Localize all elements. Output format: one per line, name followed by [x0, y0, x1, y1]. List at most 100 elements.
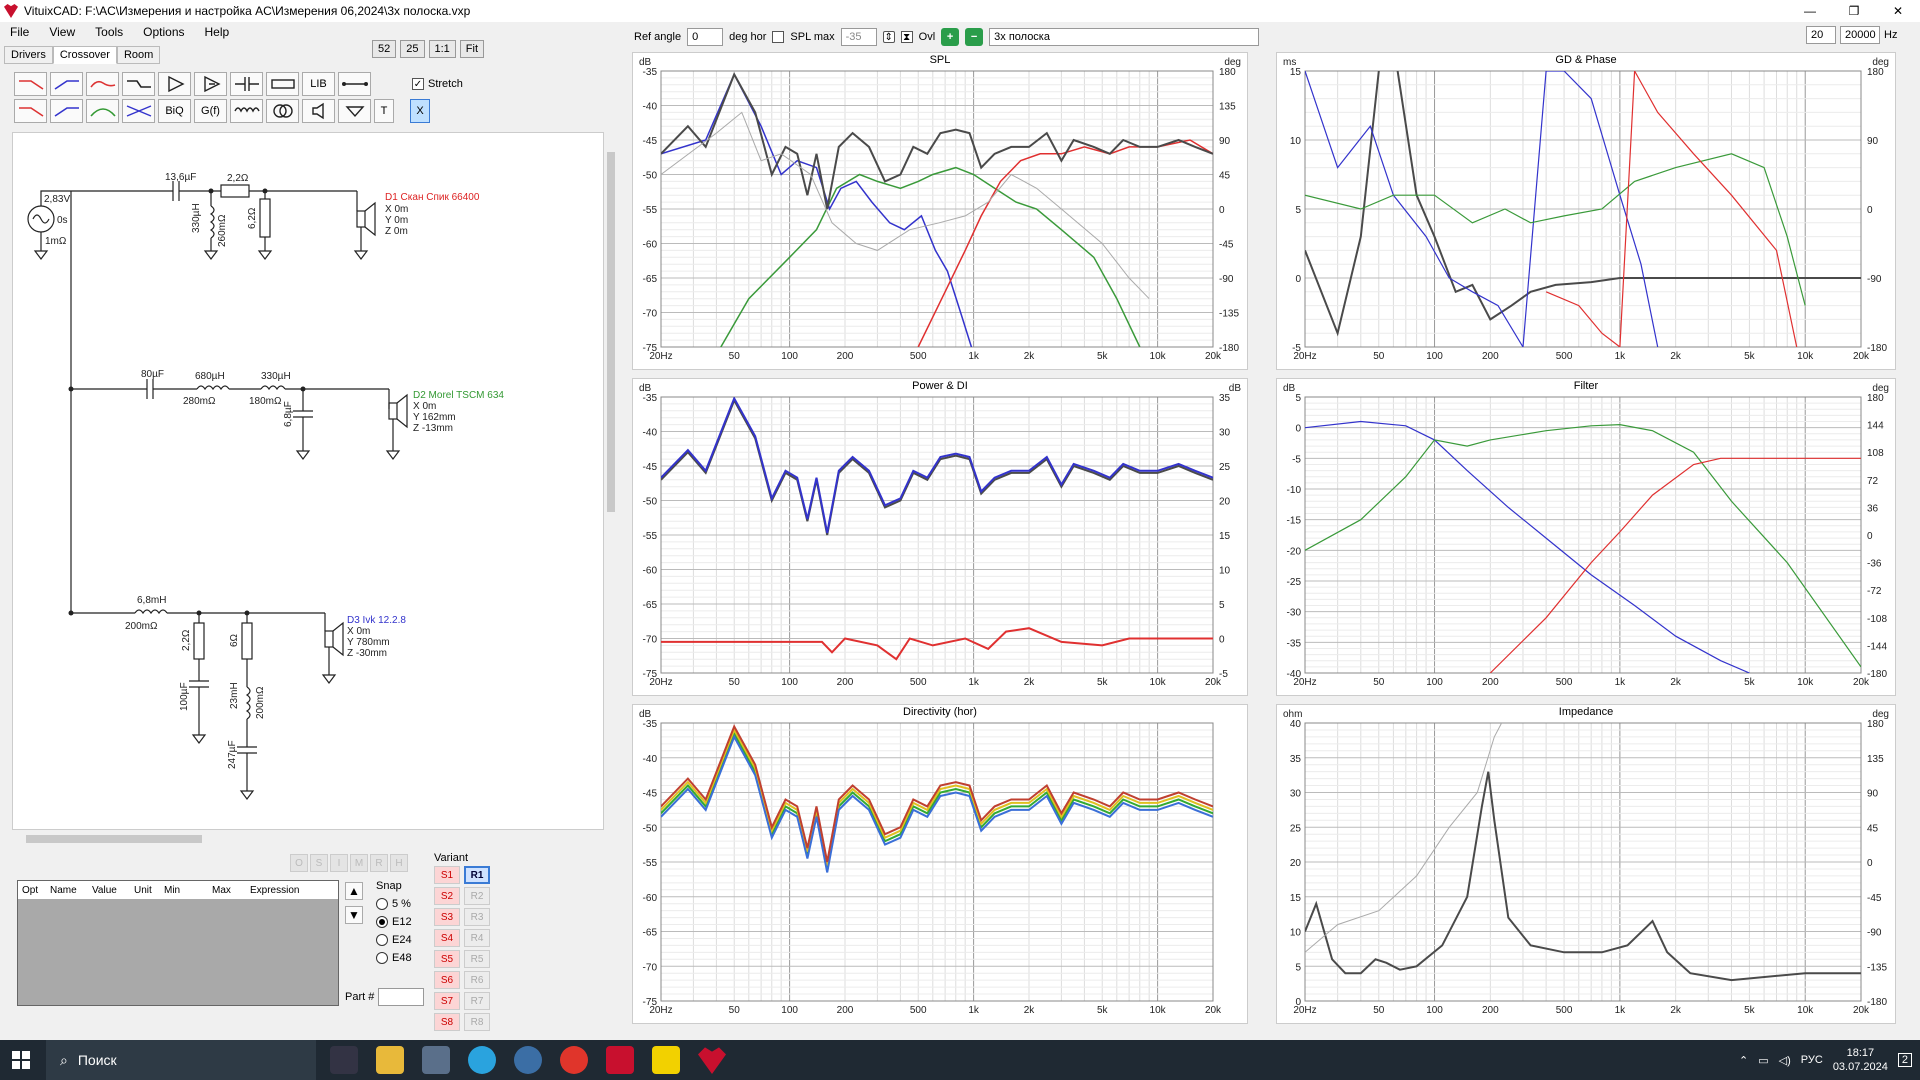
- lowpass-red-button[interactable]: [14, 72, 47, 96]
- part-number-input[interactable]: [378, 988, 425, 1006]
- close-button[interactable]: ✕: [1876, 0, 1920, 22]
- amp-button[interactable]: [158, 72, 191, 96]
- t-button[interactable]: T: [374, 99, 394, 123]
- impedance-graph[interactable]: Impedance 40 35 30 25 20 15 10 5 0 180 135 90 45 0 -45…: [1276, 704, 1896, 1024]
- stretch-checkbox[interactable]: ✓ Stretch: [412, 78, 463, 90]
- lib-button[interactable]: LIB: [302, 72, 335, 96]
- menu-help[interactable]: Help: [195, 25, 240, 39]
- task-view-icon[interactable]: [330, 1046, 358, 1074]
- highpass-blue-button[interactable]: [50, 72, 83, 96]
- snap-e12-radio[interactable]: E12: [376, 916, 412, 928]
- app-yellow-icon[interactable]: [652, 1046, 680, 1074]
- tab-crossover[interactable]: Crossover: [52, 46, 117, 64]
- maximize-button[interactable]: ❐: [1832, 0, 1876, 22]
- tray-chevron-icon[interactable]: ⌃: [1739, 1054, 1748, 1067]
- move-up-button[interactable]: ▲: [345, 882, 363, 900]
- bandpass-green-button[interactable]: [86, 99, 119, 123]
- clock[interactable]: 18:17 03.07.2024: [1833, 1046, 1888, 1074]
- inductor-button[interactable]: [230, 99, 263, 123]
- schematic-canvas[interactable]: 2,83V 0s 1mΩ 13,6µF 2,2Ω 330µH 260mΩ 6,2…: [12, 132, 604, 830]
- move-down-button[interactable]: ▼: [345, 906, 363, 924]
- network-icon[interactable]: ▭: [1758, 1054, 1768, 1067]
- tab-drivers[interactable]: Drivers: [4, 46, 53, 64]
- vscroll-thumb[interactable]: [607, 152, 615, 512]
- resistor-button[interactable]: [266, 72, 299, 96]
- power-di-graph[interactable]: Power & DI -35 -40 -45 -50 -55 -60 -65 -70 -75 35…: [632, 378, 1248, 696]
- lowpass-red2-button[interactable]: [14, 99, 47, 123]
- x-button[interactable]: X: [410, 99, 430, 123]
- variant-r8[interactable]: R8: [464, 1013, 490, 1031]
- explorer-icon[interactable]: [376, 1046, 404, 1074]
- volume-icon[interactable]: ◁): [1779, 1054, 1791, 1067]
- zoom-52-button[interactable]: 52: [372, 40, 397, 58]
- menu-options[interactable]: Options: [133, 25, 194, 39]
- zoom-25-button[interactable]: 25: [400, 40, 425, 58]
- gf-button[interactable]: G(f): [194, 99, 227, 123]
- variant-s5[interactable]: S5: [434, 950, 460, 968]
- gd-phase-graph[interactable]: GD & Phase 15 10 5 0 -5 180 90 0 -90 -180 20Hz 50 10…: [1276, 52, 1896, 370]
- directivity-graph[interactable]: Directivity (hor) -35 -40 -45 -50 -55 -60 -65-…: [632, 704, 1248, 1024]
- opt-r-button[interactable]: R: [370, 854, 388, 872]
- freq-min-input[interactable]: 20: [1806, 26, 1836, 44]
- capacitor-button[interactable]: [230, 72, 263, 96]
- menu-file[interactable]: File: [0, 25, 39, 39]
- variant-r4[interactable]: R4: [464, 929, 490, 947]
- opt-m-button[interactable]: M: [350, 854, 368, 872]
- filter-graph[interactable]: Filter 5 0 -5 -10 -15 -20 -25 -30 -35 -40 180 144 10…: [1276, 378, 1896, 696]
- opt-i-button[interactable]: I: [330, 854, 348, 872]
- ground-button[interactable]: [338, 99, 371, 123]
- spl-lock-icon[interactable]: ⧗: [900, 31, 913, 43]
- notch-button[interactable]: [122, 99, 155, 123]
- snap-e24-radio[interactable]: E24: [376, 934, 412, 946]
- freq-max-input[interactable]: 20000: [1840, 26, 1880, 44]
- variant-r7[interactable]: R7: [464, 992, 490, 1010]
- add-overlay-button[interactable]: +: [941, 28, 960, 46]
- variant-s4[interactable]: S4: [434, 929, 460, 947]
- snap-5pct-radio[interactable]: 5 %: [376, 898, 412, 910]
- variant-s3[interactable]: S3: [434, 908, 460, 926]
- minimize-button[interactable]: —: [1788, 0, 1832, 22]
- variant-s6[interactable]: S6: [434, 971, 460, 989]
- variant-r6[interactable]: R6: [464, 971, 490, 989]
- buffer-button[interactable]: [194, 72, 227, 96]
- spl-graph[interactable]: SPL -35 -40 -45 -50 -55 -60 -65 -70 -75 180 135 90 4…: [632, 52, 1248, 370]
- solidworks-icon[interactable]: [606, 1046, 634, 1074]
- variant-r1[interactable]: R1: [464, 866, 490, 884]
- snap-e48-radio[interactable]: E48: [376, 952, 412, 964]
- chrome-icon[interactable]: [560, 1046, 588, 1074]
- menu-view[interactable]: View: [39, 25, 85, 39]
- taskbar-search[interactable]: ⌕ Поиск: [46, 1040, 316, 1080]
- variant-r2[interactable]: R2: [464, 887, 490, 905]
- shelf-button[interactable]: [122, 72, 155, 96]
- overlay-name-input[interactable]: 3х полоска: [989, 28, 1260, 46]
- remove-overlay-button[interactable]: −: [965, 28, 984, 46]
- schematic-vscroll[interactable]: [604, 132, 618, 830]
- variant-r5[interactable]: R5: [464, 950, 490, 968]
- vituixcad-taskbar-icon[interactable]: [698, 1047, 726, 1074]
- variant-r3[interactable]: R3: [464, 908, 490, 926]
- variant-s1[interactable]: S1: [434, 866, 460, 884]
- ref-angle-input[interactable]: 0: [687, 28, 724, 46]
- variant-s7[interactable]: S7: [434, 992, 460, 1010]
- zoom-fit-button[interactable]: Fit: [459, 40, 485, 58]
- schematic-hscroll[interactable]: [12, 832, 604, 846]
- spl-updown-icon[interactable]: ⇕: [882, 31, 895, 43]
- opt-h-button[interactable]: H: [390, 854, 408, 872]
- biquad-button[interactable]: BiQ: [158, 99, 191, 123]
- calculator-icon[interactable]: [422, 1046, 450, 1074]
- spl-max-input[interactable]: -35: [840, 28, 877, 46]
- media-player-icon[interactable]: [514, 1046, 542, 1074]
- zoom-1to1-button[interactable]: 1:1: [428, 40, 456, 58]
- hscroll-thumb[interactable]: [26, 835, 202, 843]
- transformer-button[interactable]: [266, 99, 299, 123]
- telegram-icon[interactable]: [468, 1046, 496, 1074]
- wire-button[interactable]: [338, 72, 371, 96]
- opt-s-button[interactable]: S: [310, 854, 328, 872]
- menu-tools[interactable]: Tools: [85, 25, 133, 39]
- highpass-blue2-button[interactable]: [50, 99, 83, 123]
- windows-start-icon[interactable]: [12, 1051, 30, 1069]
- tab-room[interactable]: Room: [116, 46, 161, 64]
- notifications-badge[interactable]: 2: [1897, 1053, 1912, 1067]
- variant-s2[interactable]: S2: [434, 887, 460, 905]
- spl-max-checkbox[interactable]: [772, 31, 785, 43]
